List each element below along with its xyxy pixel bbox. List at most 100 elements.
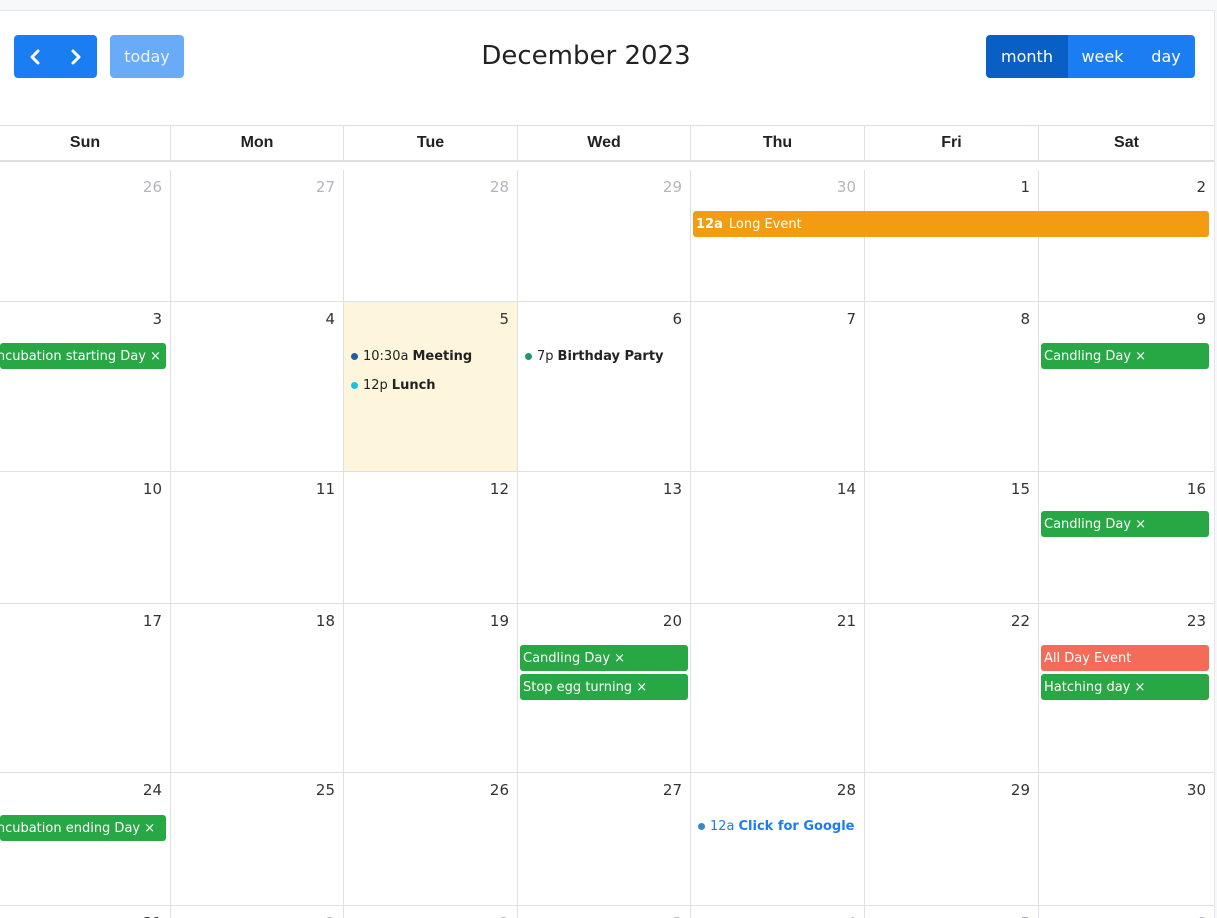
day-number[interactable]: 11: [316, 480, 335, 498]
day-number[interactable]: 30: [837, 178, 856, 196]
week-view-button[interactable]: week: [1068, 35, 1137, 78]
day-cell[interactable]: 15: [864, 472, 1038, 604]
day-number[interactable]: 26: [490, 781, 509, 799]
day-cell[interactable]: 29: [864, 773, 1038, 906]
day-cell[interactable]: 26: [0, 170, 170, 302]
day-cell[interactable]: 18: [170, 604, 343, 773]
day-cell[interactable]: 25: [170, 773, 343, 906]
day-number[interactable]: 31: [143, 914, 162, 918]
event-candling-day-9[interactable]: Candling Day ×: [1041, 343, 1209, 369]
day-number[interactable]: 17: [143, 612, 162, 630]
day-number[interactable]: 18: [316, 612, 335, 630]
weekday-header: Sun Mon Tue Wed Thu Fri Sat: [0, 125, 1214, 162]
event-title: All Day Event: [1044, 650, 1132, 666]
day-cell[interactable]: 7: [690, 302, 864, 472]
day-number[interactable]: 6: [1196, 914, 1206, 918]
day-cell[interactable]: 27: [170, 170, 343, 302]
event-dot: [525, 353, 532, 360]
day-cell[interactable]: 29: [517, 170, 690, 302]
day-number[interactable]: 1: [325, 914, 335, 918]
day-number[interactable]: 8: [1020, 310, 1030, 328]
day-number[interactable]: 27: [663, 781, 682, 799]
event-birthday-party[interactable]: 7p Birthday Party: [525, 349, 664, 364]
event-click-for-google[interactable]: 12a Click for Google: [698, 819, 854, 834]
day-cell[interactable]: 19: [343, 604, 517, 773]
day-cell[interactable]: 3: [0, 302, 170, 472]
day-number[interactable]: 5: [1020, 914, 1030, 918]
day-number[interactable]: 4: [325, 310, 335, 328]
day-number[interactable]: 21: [837, 612, 856, 630]
day-number[interactable]: 6: [672, 310, 682, 328]
day-number[interactable]: 16: [1187, 480, 1206, 498]
day-cell[interactable]: 27: [517, 773, 690, 906]
event-lunch[interactable]: 12p Lunch: [351, 378, 436, 393]
day-number[interactable]: 30: [1187, 781, 1206, 799]
day-number[interactable]: 13: [663, 480, 682, 498]
day-number[interactable]: 23: [1187, 612, 1206, 630]
day-cell[interactable]: 28: [690, 773, 864, 906]
day-number[interactable]: 15: [1011, 480, 1030, 498]
month-view-button[interactable]: month: [986, 35, 1068, 78]
day-number[interactable]: 28: [490, 178, 509, 196]
event-hatching-day[interactable]: Hatching day ×: [1041, 674, 1209, 700]
day-cell[interactable]: 3: [517, 906, 690, 918]
day-cell[interactable]: 10: [0, 472, 170, 604]
day-number[interactable]: 3: [672, 914, 682, 918]
day-number[interactable]: 1: [1020, 178, 1030, 196]
event-stop-egg-turning[interactable]: Stop egg turning ×: [520, 674, 688, 700]
event-candling-day-16[interactable]: Candling Day ×: [1041, 511, 1209, 537]
day-cell[interactable]: 16: [1038, 472, 1214, 604]
day-cell[interactable]: 31: [0, 906, 170, 918]
event-candling-day-20[interactable]: Candling Day ×: [520, 645, 688, 671]
day-cell[interactable]: 4: [690, 906, 864, 918]
day-cell[interactable]: 1: [170, 906, 343, 918]
day-number[interactable]: 4: [846, 914, 856, 918]
day-number[interactable]: 24: [143, 781, 162, 799]
day-number[interactable]: 26: [143, 178, 162, 196]
weekday-tue: Tue: [343, 126, 517, 160]
day-number[interactable]: 28: [837, 781, 856, 799]
day-number[interactable]: 14: [837, 480, 856, 498]
day-number[interactable]: 22: [1011, 612, 1030, 630]
day-cell[interactable]: 17: [0, 604, 170, 773]
day-number[interactable]: 29: [663, 178, 682, 196]
day-number[interactable]: 27: [316, 178, 335, 196]
day-number[interactable]: 2: [499, 914, 509, 918]
day-cell[interactable]: 13: [517, 472, 690, 604]
day-cell[interactable]: 6: [517, 302, 690, 472]
day-cell[interactable]: 26: [343, 773, 517, 906]
event-incubation-end[interactable]: Incubation ending Day ×: [0, 815, 166, 841]
day-number[interactable]: 19: [490, 612, 509, 630]
day-cell[interactable]: 28: [343, 170, 517, 302]
day-cell[interactable]: 21: [690, 604, 864, 773]
day-cell[interactable]: 4: [170, 302, 343, 472]
day-view-button[interactable]: day: [1137, 35, 1195, 78]
day-number[interactable]: 25: [316, 781, 335, 799]
day-number[interactable]: 10: [143, 480, 162, 498]
day-number[interactable]: 9: [1196, 310, 1206, 328]
day-number[interactable]: 7: [846, 310, 856, 328]
day-number[interactable]: 20: [663, 612, 682, 630]
day-cell[interactable]: 8: [864, 302, 1038, 472]
day-number[interactable]: 2: [1196, 178, 1206, 196]
day-cell[interactable]: 22: [864, 604, 1038, 773]
event-long-event[interactable]: 12a Long Event: [693, 211, 1209, 237]
day-cell[interactable]: 14: [690, 472, 864, 604]
day-number[interactable]: 29: [1011, 781, 1030, 799]
day-number[interactable]: 12: [490, 480, 509, 498]
event-title: Stop egg turning ×: [523, 679, 648, 695]
event-all-day-event[interactable]: All Day Event: [1041, 645, 1209, 671]
day-cell[interactable]: 9: [1038, 302, 1214, 472]
event-time: 10:30a: [363, 349, 409, 364]
day-cell[interactable]: 6: [1038, 906, 1214, 918]
day-cell[interactable]: 30: [1038, 773, 1214, 906]
event-incubation-start[interactable]: Incubation starting Day ×: [0, 343, 166, 369]
day-cell[interactable]: 5: [864, 906, 1038, 918]
weekday-wed: Wed: [517, 126, 690, 160]
day-number[interactable]: 3: [152, 310, 162, 328]
day-cell[interactable]: 12: [343, 472, 517, 604]
day-number[interactable]: 5: [499, 310, 509, 328]
day-cell[interactable]: 11: [170, 472, 343, 604]
event-meeting[interactable]: 10:30a Meeting: [351, 349, 472, 364]
day-cell[interactable]: 2: [343, 906, 517, 918]
